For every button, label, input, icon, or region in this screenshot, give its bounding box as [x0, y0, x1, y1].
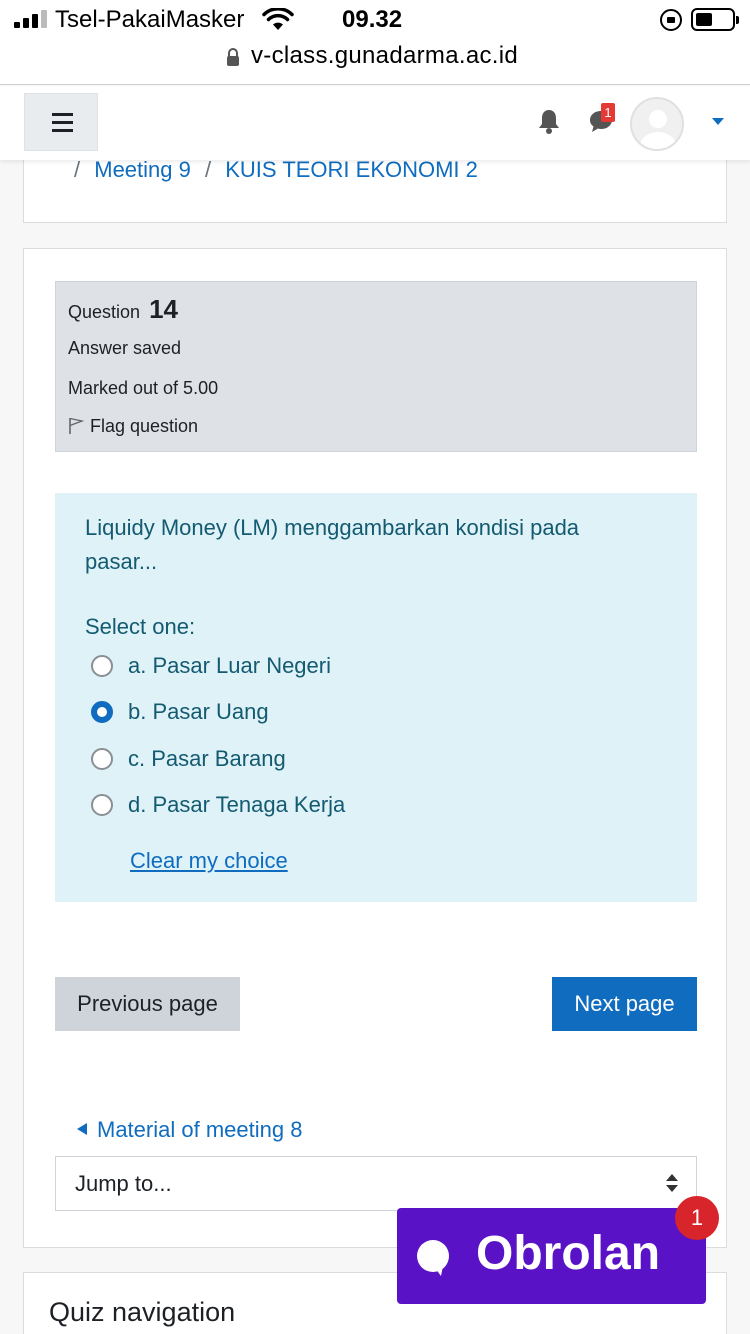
- flag-question-link[interactable]: Flag question: [68, 416, 198, 437]
- jump-to-select[interactable]: Jump to...: [55, 1156, 697, 1211]
- chat-unread-badge: 1: [675, 1196, 719, 1240]
- question-info-panel: Question 14 Answer saved Marked out of 5…: [55, 281, 697, 452]
- quiz-attempt-card: Question 14 Answer saved Marked out of 5…: [23, 248, 727, 1248]
- flag-icon: [69, 417, 85, 434]
- user-menu-caret-icon[interactable]: [712, 118, 724, 125]
- top-navbar: 1: [0, 86, 750, 160]
- left-triangle-icon: [77, 1123, 87, 1135]
- jump-to-value: Jump to...: [75, 1171, 172, 1196]
- chat-bubble-icon: [415, 1238, 455, 1283]
- messages-count-badge: 1: [601, 103, 615, 122]
- select-arrows-icon: [666, 1174, 678, 1194]
- radio-button-selected[interactable]: [91, 701, 113, 723]
- orientation-lock-icon: [660, 9, 682, 31]
- answer-option-label: a. Pasar Luar Negeri: [128, 653, 331, 678]
- answer-option-a[interactable]: a. Pasar Luar Negeri: [91, 651, 331, 681]
- url-text[interactable]: v-class.gunadarma.ac.id: [251, 42, 518, 70]
- previous-activity-label: Material of meeting 8: [97, 1117, 303, 1142]
- clear-choice-link[interactable]: Clear my choice: [130, 848, 288, 874]
- answer-option-label: c. Pasar Barang: [128, 746, 286, 771]
- breadcrumb-item-quiz[interactable]: KUIS TEORI EKONOMI 2: [225, 157, 478, 182]
- battery-icon: [691, 8, 739, 31]
- previous-page-button[interactable]: Previous page: [55, 977, 240, 1031]
- question-state: Answer saved: [68, 338, 182, 358]
- answer-prompt: Select one:: [85, 614, 196, 639]
- question-content: Liquidy Money (LM) menggambarkan kondisi…: [55, 493, 697, 902]
- breadcrumb-separator: /: [205, 157, 212, 182]
- quiz-navigation-title: Quiz navigation: [49, 1297, 236, 1327]
- lock-icon: [227, 48, 239, 68]
- address-bar[interactable]: v-class.gunadarma.ac.id: [0, 40, 750, 85]
- next-page-button[interactable]: Next page: [552, 977, 697, 1031]
- question-label: Question: [68, 302, 141, 322]
- answer-option-label: b. Pasar Uang: [128, 699, 269, 724]
- radio-button[interactable]: [91, 748, 113, 770]
- answer-option-c[interactable]: c. Pasar Barang: [91, 744, 286, 774]
- notification-bell-icon[interactable]: [538, 108, 560, 139]
- breadcrumb: / Meeting 9 / KUIS TEORI EKONOMI 2: [66, 157, 478, 183]
- question-grade: Marked out of 5.00: [68, 378, 219, 398]
- chat-widget-label: Obrolan: [476, 1227, 661, 1280]
- signal-icon: [14, 10, 48, 28]
- flag-question-label: Flag question: [90, 416, 199, 436]
- answer-option-d[interactable]: d. Pasar Tenaga Kerja: [91, 790, 345, 820]
- carrier-name: Tsel-PakaiMasker: [55, 6, 245, 33]
- chat-widget-button[interactable]: Obrolan: [397, 1208, 706, 1304]
- answer-option-b[interactable]: b. Pasar Uang: [91, 697, 269, 727]
- previous-activity-link[interactable]: Material of meeting 8: [77, 1117, 302, 1143]
- breadcrumb-item-meeting[interactable]: Meeting 9: [94, 157, 191, 182]
- question-number: Question 14: [68, 294, 178, 325]
- menu-toggle-button[interactable]: [24, 93, 98, 151]
- question-text: Liquidy Money (LM) menggambarkan kondisi…: [85, 515, 580, 574]
- user-avatar[interactable]: [630, 97, 684, 151]
- breadcrumb-separator: /: [74, 157, 81, 182]
- radio-button[interactable]: [91, 655, 113, 677]
- question-number-value: 14: [149, 294, 178, 324]
- wifi-icon: [262, 7, 294, 37]
- status-bar: Tsel-PakaiMasker 09.32: [0, 0, 750, 40]
- radio-button[interactable]: [91, 794, 113, 816]
- clock: 09.32: [342, 6, 403, 33]
- answer-option-label: d. Pasar Tenaga Kerja: [128, 792, 346, 817]
